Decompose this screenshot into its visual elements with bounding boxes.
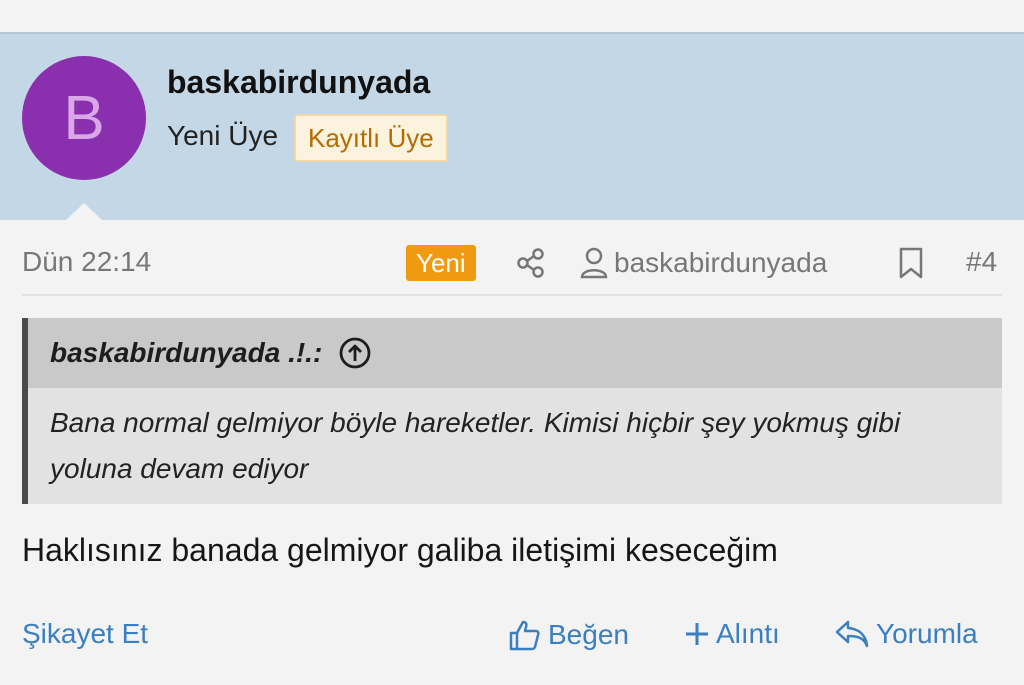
user-header: B baskabirdunyada Yeni Üye Kayıtlı Üye: [0, 32, 1024, 220]
username-link[interactable]: baskabirdunyada: [167, 64, 430, 101]
quote-header: baskabirdunyada .!.:: [28, 318, 1002, 388]
user-icon: [580, 247, 608, 279]
share-icon[interactable]: [514, 246, 548, 280]
avatar-letter: B: [63, 83, 105, 153]
quote-button[interactable]: Alıntı: [684, 618, 780, 650]
post-meta: Dün 22:14 Yeni baskabirdunyada #4: [0, 240, 1024, 290]
post-body: Haklısınız banada gelmiyor galiba iletiş…: [22, 532, 778, 568]
post-time[interactable]: Dün 22:14: [22, 246, 151, 278]
thumbs-up-icon: [509, 620, 540, 651]
bookmark-icon[interactable]: [896, 246, 926, 280]
post-number[interactable]: #4: [966, 246, 997, 278]
quote-label: Alıntı: [716, 618, 780, 649]
post-author-link[interactable]: baskabirdunyada: [580, 246, 827, 280]
top-strip: [0, 0, 1024, 32]
report-link[interactable]: Şikayet Et: [22, 618, 148, 650]
user-role: Yeni Üye: [167, 120, 279, 151]
post-actions: Şikayet Et Beğen Alıntı Yorumla: [0, 612, 1024, 658]
reply-button[interactable]: Yorumla: [834, 618, 978, 650]
quote-text: Bana normal gelmiyor böyle hareketler. K…: [50, 407, 901, 484]
post-author: baskabirdunyada: [614, 247, 828, 278]
quote-author[interactable]: baskabirdunyada .!.:: [50, 337, 322, 369]
reply-label: Yorumla: [876, 618, 978, 649]
like-label: Beğen: [548, 619, 629, 650]
header-pointer: [66, 203, 102, 220]
avatar[interactable]: B: [22, 56, 146, 180]
user-badge: Kayıtlı Üye: [294, 114, 448, 162]
new-badge: Yeni: [406, 245, 476, 281]
plus-icon: [686, 623, 708, 645]
arrow-up-circle-icon[interactable]: [338, 336, 372, 370]
reply-icon: [835, 620, 869, 648]
like-button[interactable]: Beğen: [508, 618, 629, 652]
quote-block: baskabirdunyada .!.: Bana normal gelmiyo…: [22, 318, 1002, 504]
divider: [22, 294, 1002, 296]
